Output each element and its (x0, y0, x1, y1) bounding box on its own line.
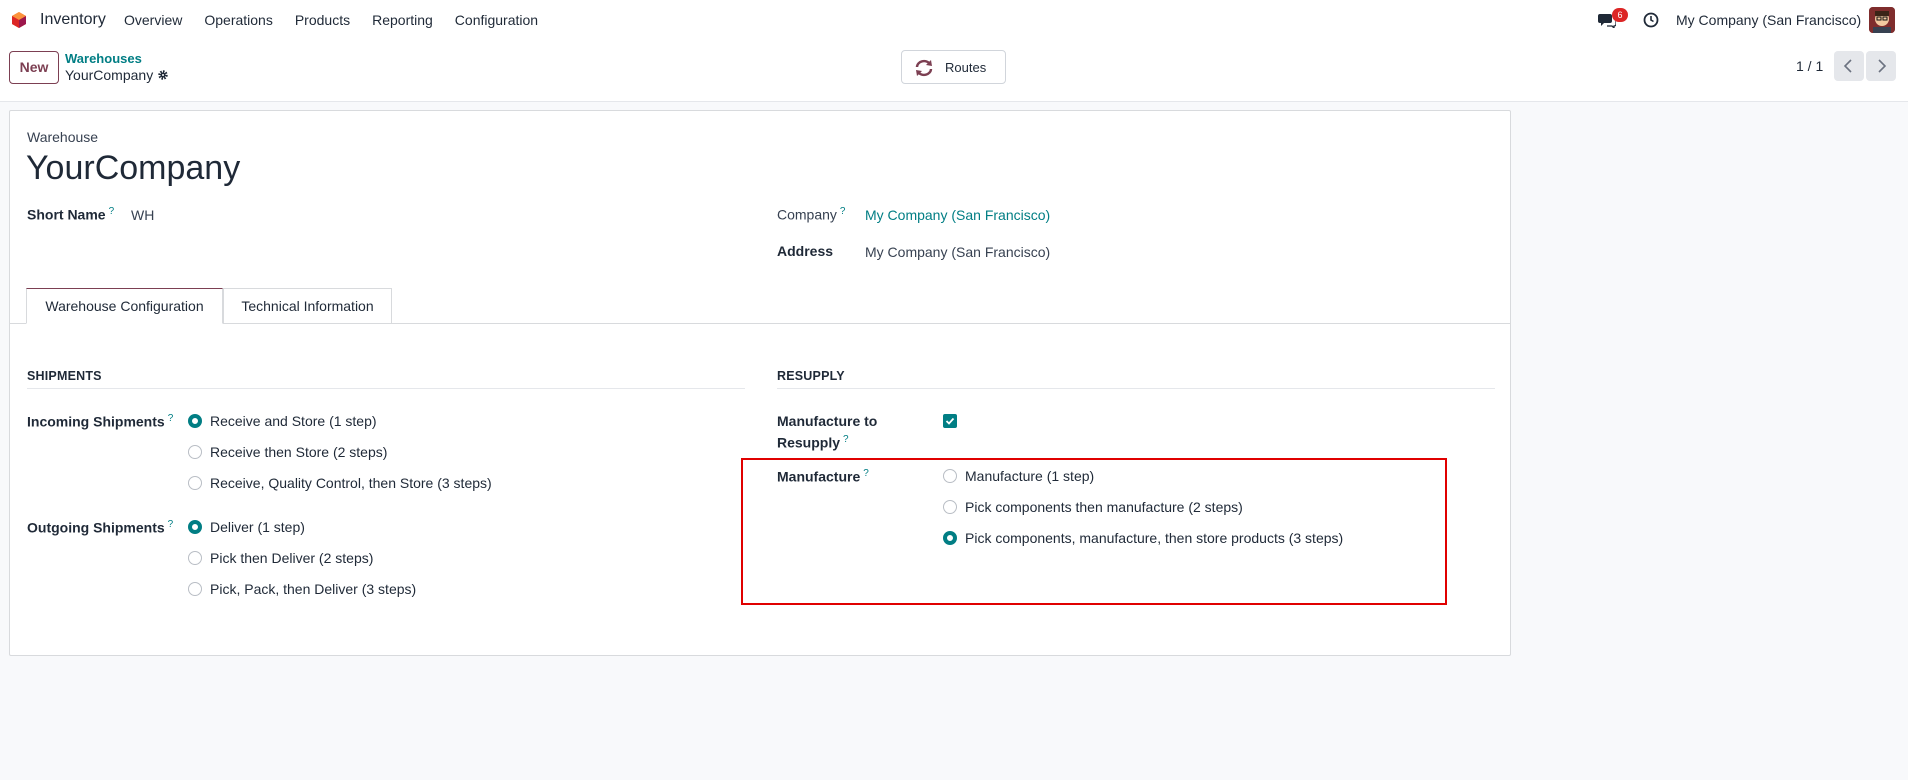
record-type-label: Warehouse (27, 129, 99, 145)
option-label: Receive, Quality Control, then Store (3 … (210, 475, 492, 491)
pager-value[interactable]: 1 / 1 (1796, 58, 1823, 74)
refresh-icon (915, 59, 933, 77)
company-label: Company? (777, 206, 845, 223)
option-label: Receive then Store (2 steps) (210, 444, 388, 460)
outgoing-option[interactable]: Deliver (1 step) (188, 519, 305, 535)
option-label: Pick, Pack, then Deliver (3 steps) (210, 581, 417, 597)
outgoing-option[interactable]: Pick, Pack, then Deliver (3 steps) (188, 581, 416, 597)
outgoing-shipments-label-text: Outgoing Shipments (27, 519, 165, 536)
help-icon[interactable]: ? (168, 413, 174, 424)
tab-warehouse-configuration[interactable]: Warehouse Configuration (26, 288, 223, 324)
help-icon[interactable]: ? (840, 206, 846, 217)
checkmark-icon (945, 417, 955, 425)
menu-configuration[interactable]: Configuration (455, 12, 538, 28)
help-icon[interactable]: ? (168, 519, 174, 530)
address-field[interactable]: My Company (San Francisco) (865, 244, 1050, 260)
option-label: Pick then Deliver (2 steps) (210, 550, 374, 566)
option-label: Deliver (1 step) (210, 519, 305, 535)
main-menu: Overview Operations Products Reporting C… (124, 12, 560, 28)
address-label: Address (777, 243, 834, 259)
outgoing-shipments-label: Outgoing Shipments? (27, 519, 173, 536)
outgoing-option[interactable]: Pick then Deliver (2 steps) (188, 550, 373, 566)
manufacture-to-resupply-checkbox[interactable] (943, 414, 957, 428)
radio-button[interactable] (188, 414, 202, 428)
manufacture-to-resupply-label-text: Resupply (777, 434, 841, 451)
chevron-right-icon (1878, 59, 1887, 73)
manufacture-to-resupply-label: Manufacture to (777, 413, 878, 429)
tab-technical-information[interactable]: Technical Information (223, 288, 392, 324)
help-icon[interactable]: ? (843, 434, 849, 445)
chevron-left-icon (1843, 59, 1852, 73)
menu-overview[interactable]: Overview (124, 12, 182, 28)
highlight-annotation-box (741, 458, 1447, 605)
user-avatar[interactable] (1869, 7, 1895, 33)
gear-icon[interactable] (157, 69, 169, 81)
section-divider (777, 388, 1495, 389)
clock-icon[interactable] (1643, 12, 1659, 28)
radio-button[interactable] (188, 520, 202, 534)
short-name-label-text: Short Name (27, 206, 106, 223)
chat-count-badge: 6 (1612, 8, 1628, 22)
routes-label: Routes (945, 60, 987, 75)
menu-operations[interactable]: Operations (204, 12, 272, 28)
incoming-option[interactable]: Receive, Quality Control, then Store (3 … (188, 475, 492, 491)
company-label-text: Company (777, 206, 837, 223)
help-icon[interactable]: ? (109, 206, 115, 217)
top-navbar: Inventory Overview Operations Products R… (0, 0, 1908, 40)
radio-button[interactable] (188, 551, 202, 565)
incoming-shipments-label: Incoming Shipments? (27, 413, 173, 430)
shipments-section-title: SHIPMENTS (27, 369, 102, 383)
breadcrumb-current: YourCompany (65, 67, 154, 83)
inventory-app-icon[interactable] (10, 11, 28, 29)
company-switcher[interactable]: My Company (San Francisco) (1676, 12, 1861, 28)
warehouse-name-field[interactable]: YourCompany (26, 149, 240, 188)
incoming-option[interactable]: Receive then Store (2 steps) (188, 444, 387, 460)
breadcrumb-warehouses[interactable]: Warehouses (65, 51, 142, 66)
new-button[interactable]: New (9, 51, 59, 84)
radio-button[interactable] (188, 582, 202, 596)
resupply-section-title: RESUPPLY (777, 369, 845, 383)
incoming-shipments-label-text: Incoming Shipments (27, 413, 165, 430)
company-field[interactable]: My Company (San Francisco) (865, 207, 1050, 223)
radio-button[interactable] (188, 476, 202, 490)
incoming-option[interactable]: Receive and Store (1 step) (188, 413, 377, 429)
section-divider (27, 388, 745, 389)
routes-button[interactable]: Routes (901, 50, 1006, 84)
menu-reporting[interactable]: Reporting (372, 12, 433, 28)
option-label: Receive and Store (1 step) (210, 413, 377, 429)
app-name[interactable]: Inventory (40, 11, 106, 29)
manufacture-to-resupply-label-line2: Resupply? (777, 434, 849, 451)
short-name-label: Short Name? (27, 206, 114, 223)
radio-button[interactable] (188, 445, 202, 459)
menu-products[interactable]: Products (295, 12, 350, 28)
short-name-field[interactable]: WH (131, 207, 154, 223)
pager-next-button[interactable] (1866, 51, 1896, 81)
control-panel: New Warehouses YourCompany Routes 1 / 1 (0, 40, 1908, 102)
pager-previous-button[interactable] (1834, 51, 1864, 81)
